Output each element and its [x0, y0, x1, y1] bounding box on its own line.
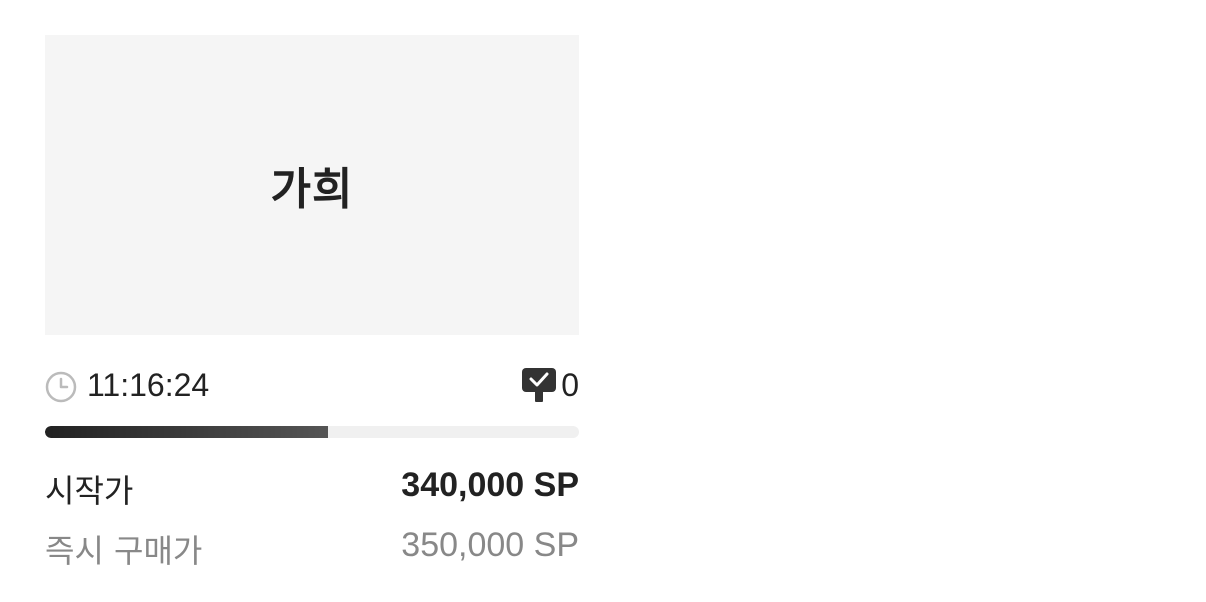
item-title: 가희 [270, 164, 354, 215]
buy-now-value: 350,000 SP [401, 526, 579, 564]
start-price-label: 시작가 [45, 472, 134, 510]
countdown-timer: 11:16:24 [45, 365, 209, 405]
start-price-row: 시작가 340,000 SP [45, 466, 579, 514]
time-remaining: 11:16:24 [87, 366, 210, 403]
gavel-icon [522, 368, 557, 402]
item-thumbnail[interactable]: 가희 [45, 35, 579, 335]
auction-card[interactable]: 가희 11:16:24 0 시작가 340,000 SP 즉시 구매가 350,… [45, 35, 579, 574]
time-progress-bar [45, 426, 579, 438]
auction-meta: 11:16:24 0 [45, 365, 579, 405]
start-price-value: 340,000 SP [401, 466, 579, 504]
buy-now-label: 즉시 구매가 [45, 532, 203, 570]
bid-counter: 0 [521, 365, 579, 405]
clock-icon [45, 371, 77, 403]
bid-count: 0 [561, 366, 579, 403]
buy-now-price-row: 즉시 구매가 350,000 SP [45, 526, 579, 574]
progress-fill [45, 426, 329, 438]
